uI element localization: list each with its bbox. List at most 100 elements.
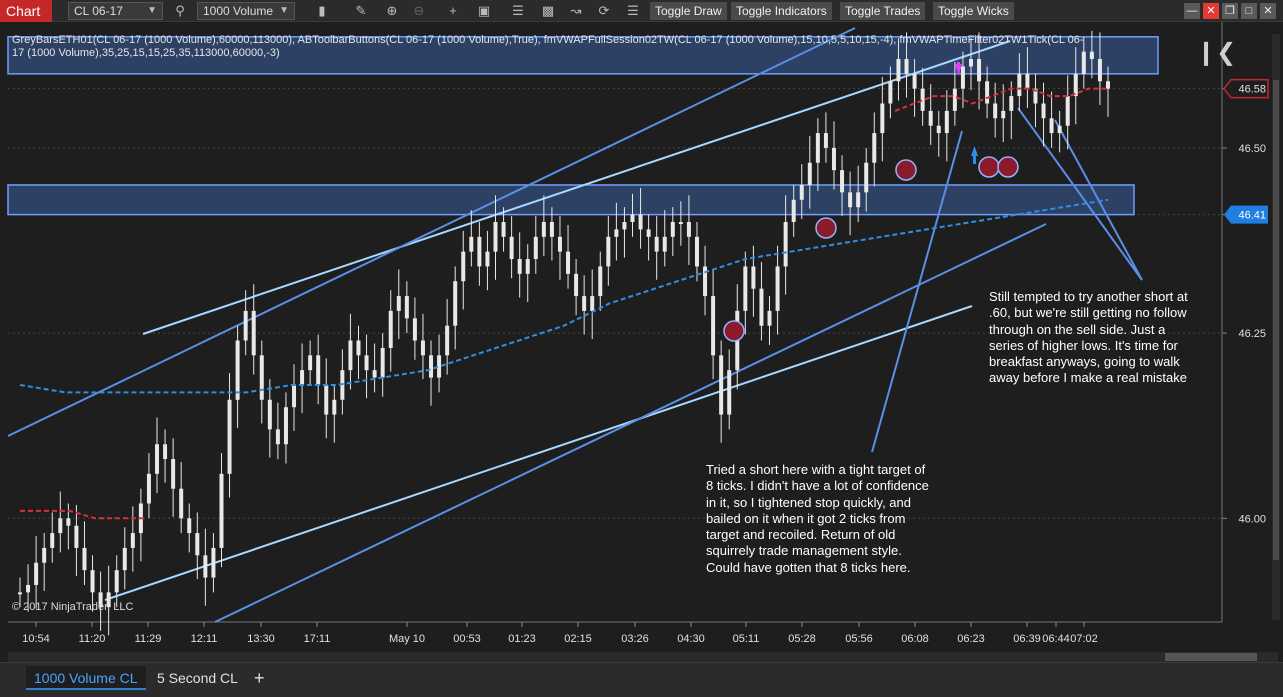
- price-bar-body: [283, 407, 288, 445]
- tab-5-second-cl[interactable]: 5 Second CL: [149, 666, 246, 690]
- price-bar-body: [614, 229, 619, 237]
- price-bar-body: [968, 59, 973, 67]
- price-bar-body: [1057, 125, 1062, 134]
- trade-marker: [978, 156, 1000, 178]
- x-tick-label: 10:54: [22, 633, 50, 645]
- price-bar-body: [872, 133, 877, 163]
- price-bar-body: [815, 133, 820, 163]
- price-bar-body: [1009, 96, 1014, 111]
- price-bar-body: [348, 340, 353, 371]
- price-bar-body: [66, 518, 71, 526]
- x-tick-label: 05:11: [733, 633, 760, 645]
- annotation-short-trade: Tried a short here with a tight target o…: [706, 462, 929, 575]
- price-bar-body: [662, 236, 667, 252]
- price-bar-body: [864, 162, 869, 193]
- price-bar-body: [1106, 81, 1110, 89]
- price-bar-body: [26, 584, 31, 593]
- price-bar-body: [122, 547, 127, 571]
- collapse-panel-icon[interactable]: ❙❮: [1196, 38, 1236, 67]
- price-bar-body: [960, 66, 965, 89]
- chart-area[interactable]: 46.58 46.50 46.41 46.25 46.00 10:54 11:20 11:29…: [0, 0, 1283, 697]
- price-bar-body: [952, 88, 957, 111]
- price-bar-body: [517, 259, 522, 274]
- price-bar-body: [1073, 73, 1078, 97]
- price-bar-body: [445, 325, 450, 356]
- price-bar-body: [130, 533, 135, 548]
- x-tick-label: 06:44: [1042, 633, 1070, 645]
- price-bar-body: [372, 370, 377, 378]
- x-tick-label: 06:23: [957, 633, 985, 645]
- price-bar-body: [670, 222, 675, 237]
- x-tick-label: 03:26: [621, 633, 649, 645]
- price-bar-body: [783, 222, 788, 267]
- price-bar-body: [574, 273, 579, 297]
- price-bar-body: [582, 296, 587, 311]
- price-bar-body: [90, 570, 95, 593]
- price-bar-body: [308, 355, 313, 371]
- x-tick-label: 06:08: [901, 633, 929, 645]
- price-bar-body: [848, 192, 853, 208]
- vertical-scrollbar-thumb[interactable]: [1273, 80, 1279, 560]
- price-bar-body: [453, 281, 458, 326]
- price-bar-body: [751, 266, 756, 289]
- tab-1000-volume-cl[interactable]: 1000 Volume CL: [26, 666, 146, 690]
- price-bar-body: [775, 266, 780, 311]
- price-bar-body: [195, 533, 200, 556]
- price-bar-body: [920, 88, 925, 111]
- price-bar-body: [944, 110, 949, 134]
- trade-marker: [895, 159, 917, 181]
- price-bar-body: [364, 355, 369, 371]
- x-tick-label: 17:11: [304, 633, 331, 645]
- price-bar-body: [163, 444, 168, 460]
- horizontal-scrollbar[interactable]: [8, 652, 1278, 662]
- price-bar-body: [332, 399, 337, 415]
- price-bar-body: [993, 103, 998, 119]
- x-tick-label: 00:53: [453, 633, 481, 645]
- x-tick-label: 11:29: [135, 633, 162, 645]
- price-bar-body: [1041, 103, 1046, 119]
- price-bar-body: [74, 525, 79, 548]
- price-bar-body: [179, 488, 184, 519]
- x-tick-label: 07:02: [1070, 633, 1098, 645]
- price-bar-body: [34, 562, 39, 585]
- price-bar-body: [622, 222, 627, 230]
- price-bar-body: [1049, 118, 1054, 134]
- y-tick-label: 46.41: [1238, 210, 1266, 222]
- price-bar-body: [404, 296, 409, 319]
- buy-arrow-stem: [973, 156, 976, 164]
- price-bar-body: [549, 222, 554, 237]
- trade-marker: [997, 156, 1019, 178]
- price-bar-body: [171, 459, 176, 489]
- y-tick-label: 46.25: [1238, 328, 1266, 340]
- price-bar-body: [1025, 73, 1030, 89]
- price-bar-body: [187, 518, 192, 534]
- indicator-label: GreyBarsETH01(CL 06-17 (1000 Volume),600…: [12, 34, 1084, 59]
- x-tick-label: 06:39: [1013, 633, 1041, 645]
- add-tab-button[interactable]: +: [246, 666, 273, 690]
- price-bar-body: [1065, 96, 1070, 126]
- price-bar-body: [461, 251, 466, 282]
- price-bar-body: [267, 399, 272, 430]
- bottom-tab-bar: 1000 Volume CL 5 Second CL +: [0, 662, 1283, 697]
- scrollbar-thumb[interactable]: [1165, 653, 1257, 661]
- price-bar-body: [654, 236, 659, 252]
- price-bar-body: [880, 103, 885, 134]
- price-bar-body: [823, 133, 828, 148]
- price-bar-body: [759, 288, 764, 326]
- price-bar-body: [324, 384, 329, 415]
- price-bar-body: [767, 310, 772, 326]
- price-bar-body: [686, 222, 691, 237]
- price-bar-body: [356, 340, 361, 356]
- price-bar-body: [566, 251, 571, 274]
- price-bar-body: [42, 547, 47, 563]
- price-bar-body: [82, 547, 87, 571]
- price-bar-body: [743, 266, 748, 311]
- sell-arrow-stem: [957, 62, 960, 68]
- price-bar-body: [469, 236, 474, 252]
- price-bar-body: [630, 214, 635, 222]
- price-bar-body: [896, 59, 901, 82]
- price-bar-body: [412, 318, 417, 341]
- price-bar-body: [557, 236, 562, 252]
- price-bar-body: [856, 192, 861, 208]
- price-bar-body: [541, 222, 546, 237]
